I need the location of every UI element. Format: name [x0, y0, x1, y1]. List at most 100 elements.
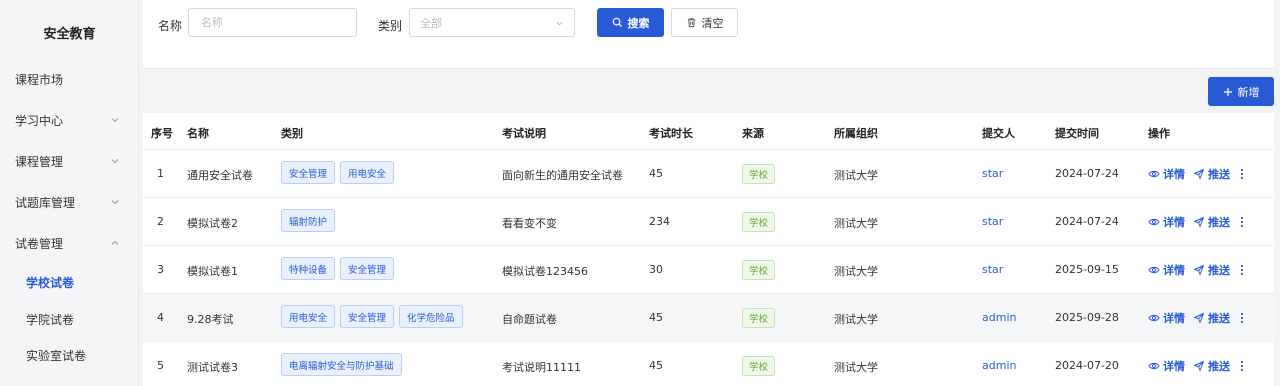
detail-button[interactable]: 详情: [1148, 262, 1185, 278]
chevron-up-icon: [109, 237, 121, 249]
source-badge: 学校: [742, 260, 776, 280]
push-button[interactable]: 推送: [1193, 166, 1230, 182]
sidebar: 安全教育 课程市场 学习中心 课程管理 试题库管理 试卷管理 学校试卷 学院试卷…: [0, 0, 139, 386]
row-org: 测试大学: [834, 217, 878, 230]
sidebar-item-learning-center[interactable]: 学习中心: [0, 105, 139, 135]
row-submitter-link[interactable]: admin: [982, 311, 1016, 324]
detail-button-label: 详情: [1163, 312, 1185, 325]
row-submit-time: 2024-07-24: [1055, 215, 1119, 228]
category-filter-placeholder: 全部: [420, 16, 442, 30]
chevron-down-icon: [109, 114, 121, 126]
detail-button[interactable]: 详情: [1148, 214, 1185, 230]
more-vertical-icon[interactable]: [1237, 358, 1247, 374]
add-button[interactable]: 新增: [1208, 77, 1274, 106]
chevron-down-icon: [109, 155, 121, 167]
push-button[interactable]: 推送: [1193, 214, 1230, 230]
category-tag: 用电安全: [281, 305, 336, 328]
column-header-index: 序号: [151, 127, 173, 140]
row-submitter-link[interactable]: star: [982, 167, 1003, 180]
detail-button-label: 详情: [1163, 264, 1185, 277]
eye-icon: [1148, 312, 1160, 324]
push-button[interactable]: 推送: [1193, 310, 1230, 326]
push-button-label: 推送: [1208, 168, 1230, 181]
row-index: 3: [157, 263, 164, 276]
row-category-tags: 特种设备 安全管理: [281, 257, 395, 280]
source-badge: 学校: [742, 164, 776, 184]
row-index: 5: [157, 359, 164, 372]
sidebar-subitem-college-papers[interactable]: 学院试卷: [0, 304, 139, 334]
column-header-source: 来源: [742, 127, 764, 140]
clear-button[interactable]: 清空: [671, 8, 738, 37]
name-filter-input[interactable]: [188, 8, 357, 37]
search-button-label: 搜索: [627, 16, 650, 30]
sidebar-subitem-lab-papers[interactable]: 实验室试卷: [0, 340, 139, 370]
sidebar-subitem-label: 学校试卷: [26, 275, 75, 290]
row-category-tags: 电离辐射安全与防护基础: [281, 353, 402, 376]
detail-button[interactable]: 详情: [1148, 358, 1185, 374]
sidebar-item-course-management[interactable]: 课程管理: [0, 146, 139, 176]
row-org: 测试大学: [834, 313, 878, 326]
sidebar-item-course-market[interactable]: 课程市场: [0, 64, 139, 94]
detail-button-label: 详情: [1163, 216, 1185, 229]
sidebar-item-label: 学习中心: [15, 113, 64, 128]
category-tag: 用电安全: [340, 161, 395, 184]
table-header: 序号 名称 类别 考试说明 考试时长 来源 所属组织 提交人 提交时间 操作: [143, 113, 1274, 150]
sidebar-item-exam-paper-management[interactable]: 试卷管理: [0, 228, 139, 258]
category-tag: 化学危险品: [399, 305, 463, 328]
row-index: 4: [157, 311, 164, 324]
more-vertical-icon[interactable]: [1237, 262, 1247, 278]
row-submitter-link[interactable]: star: [982, 215, 1003, 228]
more-vertical-icon[interactable]: [1237, 214, 1247, 230]
row-index: 2: [157, 215, 164, 228]
search-button[interactable]: 搜索: [597, 8, 664, 37]
push-button-label: 推送: [1208, 312, 1230, 325]
column-header-submitter: 提交人: [982, 127, 1015, 140]
eye-icon: [1148, 264, 1160, 276]
row-category-tags: 安全管理 用电安全: [281, 161, 395, 184]
row-category-tags: 辐射防护: [281, 209, 336, 232]
row-submitter-link[interactable]: admin: [982, 359, 1016, 372]
more-vertical-icon[interactable]: [1237, 166, 1247, 182]
sidebar-item-question-bank[interactable]: 试题库管理: [0, 187, 139, 217]
push-button[interactable]: 推送: [1193, 358, 1230, 374]
row-description: 自命题试卷: [502, 313, 557, 326]
eye-icon: [1148, 360, 1160, 372]
detail-button[interactable]: 详情: [1148, 166, 1185, 182]
more-vertical-icon[interactable]: [1237, 310, 1247, 326]
trash-icon: [686, 17, 697, 28]
row-description: 面向新生的通用安全试卷: [502, 169, 623, 182]
push-button[interactable]: 推送: [1193, 262, 1230, 278]
row-category-tags: 用电安全 安全管理 化学危险品: [281, 305, 463, 328]
app-title: 安全教育: [43, 27, 96, 42]
row-org: 测试大学: [834, 265, 878, 278]
category-tag: 特种设备: [281, 257, 336, 280]
row-submit-time: 2024-07-24: [1055, 167, 1119, 180]
sidebar-subitem-label: 学院试卷: [26, 312, 75, 327]
source-badge: 学校: [742, 212, 776, 232]
row-duration: 234: [649, 215, 670, 228]
row-submit-time: 2024-07-20: [1055, 359, 1119, 372]
category-filter-label: 类别: [378, 19, 403, 33]
eye-icon: [1148, 168, 1160, 180]
category-filter-select[interactable]: 全部: [409, 8, 575, 37]
eye-icon: [1148, 216, 1160, 228]
row-submit-time: 2025-09-15: [1055, 263, 1119, 276]
add-button-label: 新增: [1237, 85, 1260, 99]
detail-button[interactable]: 详情: [1148, 310, 1185, 326]
column-header-org: 所属组织: [834, 127, 878, 140]
row-index: 1: [157, 167, 164, 180]
category-tag: 安全管理: [281, 161, 336, 184]
source-badge: 学校: [742, 356, 776, 376]
sidebar-subitem-label: 实验室试卷: [26, 348, 87, 363]
row-duration: 45: [649, 311, 663, 324]
chevron-down-icon: [109, 196, 121, 208]
row-description: 考试说明11111: [502, 361, 581, 374]
category-tag: 电离辐射安全与防护基础: [281, 353, 402, 376]
row-submitter-link[interactable]: star: [982, 263, 1003, 276]
push-button-label: 推送: [1208, 360, 1230, 373]
row-name: 模拟试卷2: [187, 217, 238, 230]
sidebar-item-label: 试卷管理: [15, 236, 64, 251]
source-badge: 学校: [742, 308, 776, 328]
sidebar-subitem-school-papers[interactable]: 学校试卷: [0, 267, 139, 297]
row-org: 测试大学: [834, 361, 878, 374]
